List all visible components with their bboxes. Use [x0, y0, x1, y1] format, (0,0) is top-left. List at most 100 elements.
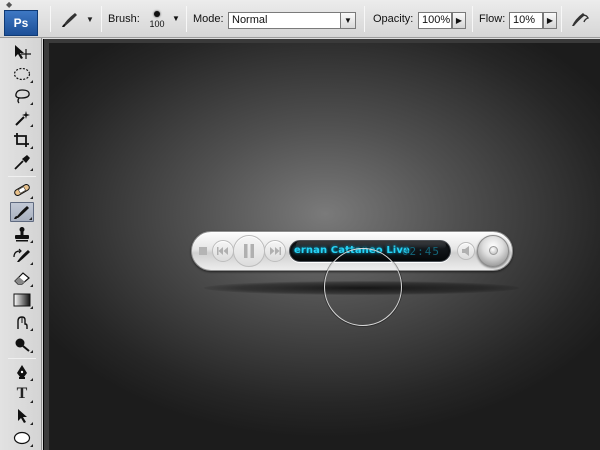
flyout-corner-icon [30, 306, 33, 309]
move-icon [13, 44, 31, 60]
toolbox-separator [8, 358, 36, 359]
volume-button[interactable] [457, 242, 475, 260]
flyout-corner-icon [30, 444, 33, 447]
eraser-icon [13, 270, 31, 286]
move-tool[interactable] [10, 42, 34, 62]
magic-wand-tool[interactable] [10, 108, 34, 128]
brush-tool[interactable] [10, 202, 34, 222]
flyout-corner-icon [30, 400, 33, 403]
dodge-icon [13, 336, 31, 352]
airbrush-icon [570, 10, 590, 28]
shape-tool[interactable] [10, 428, 34, 448]
flyout-corner-icon [30, 284, 33, 287]
track-time: 02:45 [402, 245, 440, 258]
flow-slider-button[interactable]: ▶ [543, 12, 557, 29]
smudge-finger-icon [13, 314, 31, 330]
flyout-corner-icon [30, 80, 33, 83]
magic-wand-icon [13, 110, 31, 126]
stop-button[interactable] [198, 246, 208, 256]
stamp-icon [13, 226, 31, 242]
history-brush-tool[interactable] [10, 246, 34, 266]
flyout-corner-icon [30, 102, 33, 105]
brush-size: 100 [144, 19, 170, 29]
separator [50, 6, 51, 32]
stop-icon [199, 247, 207, 255]
brush-preset-preview[interactable]: 100 [144, 8, 170, 34]
next-icon [269, 247, 281, 255]
pause-icon [243, 244, 255, 258]
opacity-field[interactable]: 100% [418, 12, 452, 29]
flyout-corner-icon [30, 124, 33, 127]
opacity-slider-button[interactable]: ▶ [452, 12, 466, 29]
previous-button[interactable] [212, 240, 234, 262]
chevron-down-icon[interactable]: ▼ [340, 13, 355, 28]
mode-select[interactable]: Normal ▼ [228, 12, 356, 29]
chevron-down-icon[interactable]: ▼ [172, 14, 180, 23]
type-tool[interactable]: T [10, 384, 34, 404]
direct-selection-arrow-icon [13, 408, 31, 424]
blur-tool[interactable] [10, 312, 34, 332]
airbrush-button[interactable] [568, 8, 592, 30]
previous-icon [217, 247, 229, 255]
flyout-corner-icon [30, 378, 33, 381]
eject-knob-icon [489, 246, 498, 255]
toolbox-separator [8, 176, 36, 177]
document-window: ernan Cattaneo Live 02:45 [43, 39, 600, 450]
flyout-corner-icon [30, 196, 33, 199]
brush-icon [60, 10, 82, 28]
path-selection-tool[interactable] [10, 406, 34, 426]
canvas[interactable]: ernan Cattaneo Live 02:45 [49, 43, 600, 450]
brush-tip-icon [154, 11, 160, 17]
flyout-corner-icon [30, 328, 33, 331]
grip-icon[interactable]: ◆ [6, 2, 12, 8]
bandage-icon [13, 182, 31, 198]
flow-field[interactable]: 10% [509, 12, 543, 29]
separator [101, 6, 102, 32]
gradient-tool[interactable] [10, 290, 34, 310]
photoshop-window: ◆ Ps ▼ Brush: 100 ▼ Mode: Normal ▼ Opaci… [0, 0, 600, 450]
opacity-label: Opacity: [373, 13, 413, 25]
separator [186, 6, 187, 32]
separator [364, 6, 365, 32]
healing-brush-tool[interactable] [10, 180, 34, 200]
eyedropper-icon [13, 154, 31, 170]
brush-cursor [324, 248, 402, 326]
chevron-down-icon[interactable]: ▼ [86, 15, 94, 24]
flow-label: Flow: [479, 13, 505, 25]
eyedropper-tool[interactable] [10, 152, 34, 172]
marquee-tool[interactable] [10, 64, 34, 84]
eject-knob[interactable] [477, 235, 509, 267]
flyout-corner-icon [30, 240, 33, 243]
flyout-corner-icon [30, 350, 33, 353]
type-icon: T [17, 385, 28, 403]
mode-value: Normal [232, 14, 267, 26]
toolbox: T [0, 38, 42, 450]
next-button[interactable] [264, 240, 286, 262]
options-bar: ◆ Ps ▼ Brush: 100 ▼ Mode: Normal ▼ Opaci… [0, 0, 600, 38]
mode-label: Mode: [193, 13, 224, 25]
elliptical-marquee-icon [13, 67, 31, 81]
crop-icon [13, 132, 31, 148]
dodge-tool[interactable] [10, 334, 34, 354]
tool-preset-picker[interactable]: ▼ [60, 8, 96, 30]
crop-tool[interactable] [10, 130, 34, 150]
brush-label: Brush: [108, 13, 140, 25]
pause-button[interactable] [233, 235, 265, 267]
clone-stamp-tool[interactable] [10, 224, 34, 244]
flyout-corner-icon [30, 168, 33, 171]
app-logo[interactable]: Ps [4, 10, 38, 36]
ellipse-shape-icon [13, 431, 31, 445]
pen-nib-icon [13, 364, 31, 380]
eraser-tool[interactable] [10, 268, 34, 288]
flyout-corner-icon [30, 422, 33, 425]
flyout-corner-icon [30, 262, 33, 265]
flyout-corner-icon [30, 146, 33, 149]
separator [472, 6, 473, 32]
separator [561, 6, 562, 32]
gradient-icon [13, 293, 31, 307]
flyout-corner-icon [29, 217, 32, 220]
volume-icon [461, 246, 471, 256]
pen-tool[interactable] [10, 362, 34, 382]
lasso-tool[interactable] [10, 86, 34, 106]
history-brush-icon [13, 248, 31, 264]
